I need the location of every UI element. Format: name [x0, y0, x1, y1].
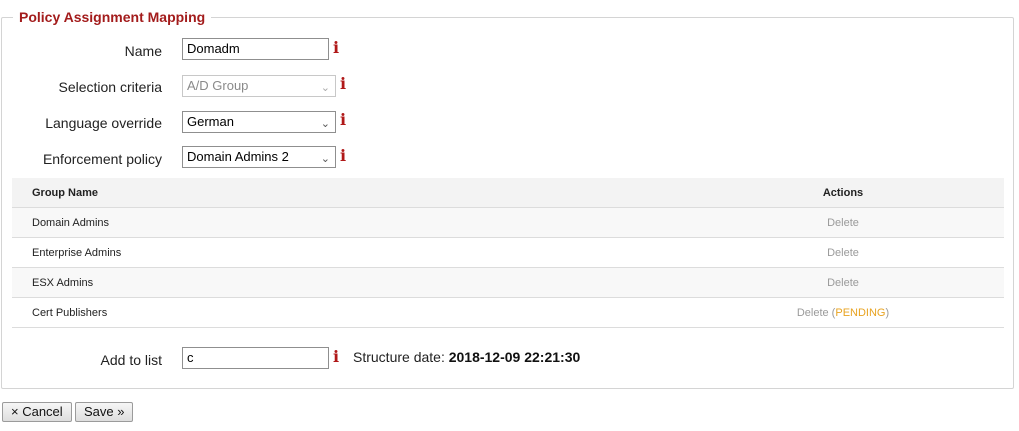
info-icon[interactable]: i	[340, 76, 346, 92]
add-to-list-label: Add to list	[100, 352, 162, 368]
enforcement-policy-select[interactable]: Domain Admins 2 ⌄	[182, 146, 336, 168]
delete-link[interactable]: Delete	[797, 307, 829, 319]
structure-date: Structure date: 2018-12-09 22:21:30	[353, 349, 580, 365]
name-label: Name	[124, 43, 162, 59]
column-header-actions: Actions	[682, 178, 1004, 208]
group-name-cell: Cert Publishers	[12, 297, 682, 328]
structure-date-value: 2018-12-09 22:21:30	[448, 349, 581, 365]
selection-criteria-value: A/D Group	[187, 78, 249, 93]
pending-status: PENDING	[835, 306, 886, 319]
table-row: Cert Publishers Delete (PENDING)	[12, 297, 1004, 328]
action-cell: Delete	[682, 237, 1004, 268]
language-override-label: Language override	[45, 115, 162, 131]
structure-date-label: Structure date:	[353, 349, 445, 365]
section-title: Policy Assignment Mapping	[13, 9, 212, 25]
chevron-down-icon: ⌄	[320, 117, 330, 130]
info-icon[interactable]: i	[333, 40, 339, 56]
save-button[interactable]: Save »	[75, 402, 134, 422]
column-header-group-name: Group Name	[12, 178, 682, 208]
cancel-button[interactable]: × Cancel	[2, 402, 72, 422]
table-row: Domain Admins Delete	[12, 207, 1004, 238]
add-to-list-input[interactable]: c	[182, 347, 329, 369]
delete-link[interactable]: Delete	[827, 217, 859, 229]
selection-criteria-label: Selection criteria	[58, 79, 163, 95]
info-icon[interactable]: i	[333, 349, 339, 365]
table-row: ESX Admins Delete	[12, 267, 1004, 298]
info-icon[interactable]: i	[340, 148, 346, 164]
group-table: Group Name Actions Domain Admins Delete …	[12, 178, 1004, 328]
group-name-cell: ESX Admins	[12, 267, 682, 298]
language-override-select[interactable]: German ⌄	[182, 111, 336, 133]
enforcement-policy-value: Domain Admins 2	[187, 149, 289, 164]
action-cell: Delete	[682, 207, 1004, 238]
info-icon[interactable]: i	[340, 112, 346, 128]
name-input[interactable]: Domadm	[182, 38, 329, 60]
action-cell: Delete	[682, 267, 1004, 298]
chevron-down-icon: ⌄	[320, 81, 330, 94]
selection-criteria-select: A/D Group ⌄	[182, 75, 336, 97]
group-name-cell: Domain Admins	[12, 207, 682, 238]
language-override-value: German	[187, 114, 234, 129]
table-row: Enterprise Admins Delete	[12, 237, 1004, 268]
table-header-row: Group Name Actions	[12, 178, 1004, 208]
delete-link[interactable]: Delete	[827, 247, 859, 259]
chevron-down-icon: ⌄	[320, 152, 330, 165]
enforcement-policy-label: Enforcement policy	[42, 151, 162, 167]
group-name-cell: Enterprise Admins	[12, 237, 682, 268]
delete-link[interactable]: Delete	[827, 277, 859, 289]
action-cell: Delete (PENDING)	[682, 297, 1004, 328]
